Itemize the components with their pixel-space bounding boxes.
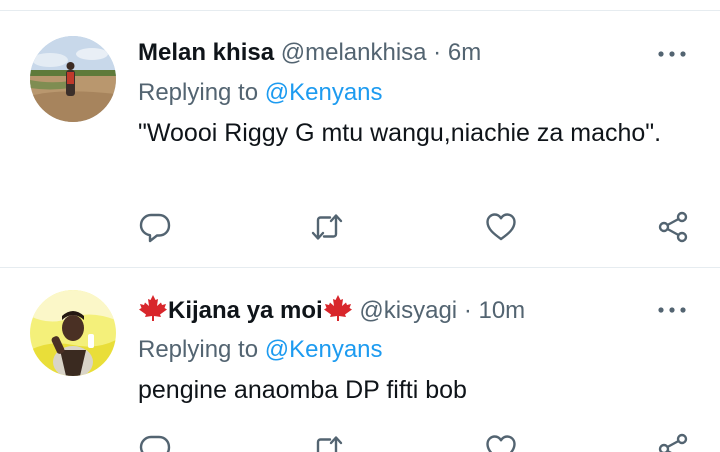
heart-icon xyxy=(486,435,516,452)
share-icon xyxy=(658,211,688,243)
retweet-button[interactable] xyxy=(310,210,344,244)
reply-button[interactable] xyxy=(138,432,172,452)
tweet-text: "Woooi Riggy G mtu wangu,niachie za mach… xyxy=(138,119,662,147)
avatar[interactable] xyxy=(30,290,116,376)
retweet-icon xyxy=(316,436,343,452)
reply-icon xyxy=(139,213,171,243)
timestamp[interactable]: 6m xyxy=(448,39,481,66)
tweet[interactable]: Melan khisa @melankhisa · 6m Replying to… xyxy=(0,0,720,268)
share-button[interactable] xyxy=(656,210,690,244)
replying-to-label: Replying to xyxy=(138,336,259,363)
share-icon xyxy=(658,433,688,452)
heart-icon xyxy=(486,213,516,241)
tweet-header: Kijana ya moi @kisyagi · 10m xyxy=(138,294,525,326)
replying-to: Replying to @Kenyans xyxy=(138,78,383,108)
retweet-icon xyxy=(311,214,343,240)
maple-leaf-icon xyxy=(138,294,168,322)
more-options-button[interactable] xyxy=(656,44,688,64)
retweet-button[interactable] xyxy=(310,432,344,452)
reply-mention-link[interactable]: @Kenyans xyxy=(265,79,383,106)
display-name[interactable]: Melan khisa xyxy=(138,39,274,66)
tweet-actions xyxy=(0,432,720,452)
more-horizontal-icon xyxy=(658,307,686,313)
separator-dot: · xyxy=(433,39,442,66)
replying-to-label: Replying to xyxy=(138,79,259,106)
reply-mention-link[interactable]: @Kenyans xyxy=(265,336,383,363)
user-handle[interactable]: @melankhisa xyxy=(281,39,427,66)
share-button[interactable] xyxy=(656,432,690,452)
avatar[interactable] xyxy=(30,36,116,122)
more-horizontal-icon xyxy=(658,51,686,57)
reply-button[interactable] xyxy=(138,210,172,244)
reply-icon xyxy=(139,435,171,452)
separator-dot: · xyxy=(463,297,472,324)
replying-to: Replying to @Kenyans xyxy=(138,335,383,365)
tweet-text: pengine anaomba DP fifti bob xyxy=(138,376,467,404)
tweet-header: Melan khisa @melankhisa · 6m xyxy=(138,38,481,68)
more-options-button[interactable] xyxy=(656,300,688,320)
user-handle[interactable]: @kisyagi xyxy=(359,297,457,324)
tweet-actions xyxy=(0,210,720,244)
maple-leaf-icon xyxy=(323,294,353,322)
tweet[interactable]: Kijana ya moi @kisyagi · 10m Replying to… xyxy=(0,268,720,452)
display-name[interactable]: Kijana ya moi xyxy=(168,297,323,324)
like-button[interactable] xyxy=(484,210,518,244)
timestamp[interactable]: 10m xyxy=(478,297,525,324)
like-button[interactable] xyxy=(484,432,518,452)
